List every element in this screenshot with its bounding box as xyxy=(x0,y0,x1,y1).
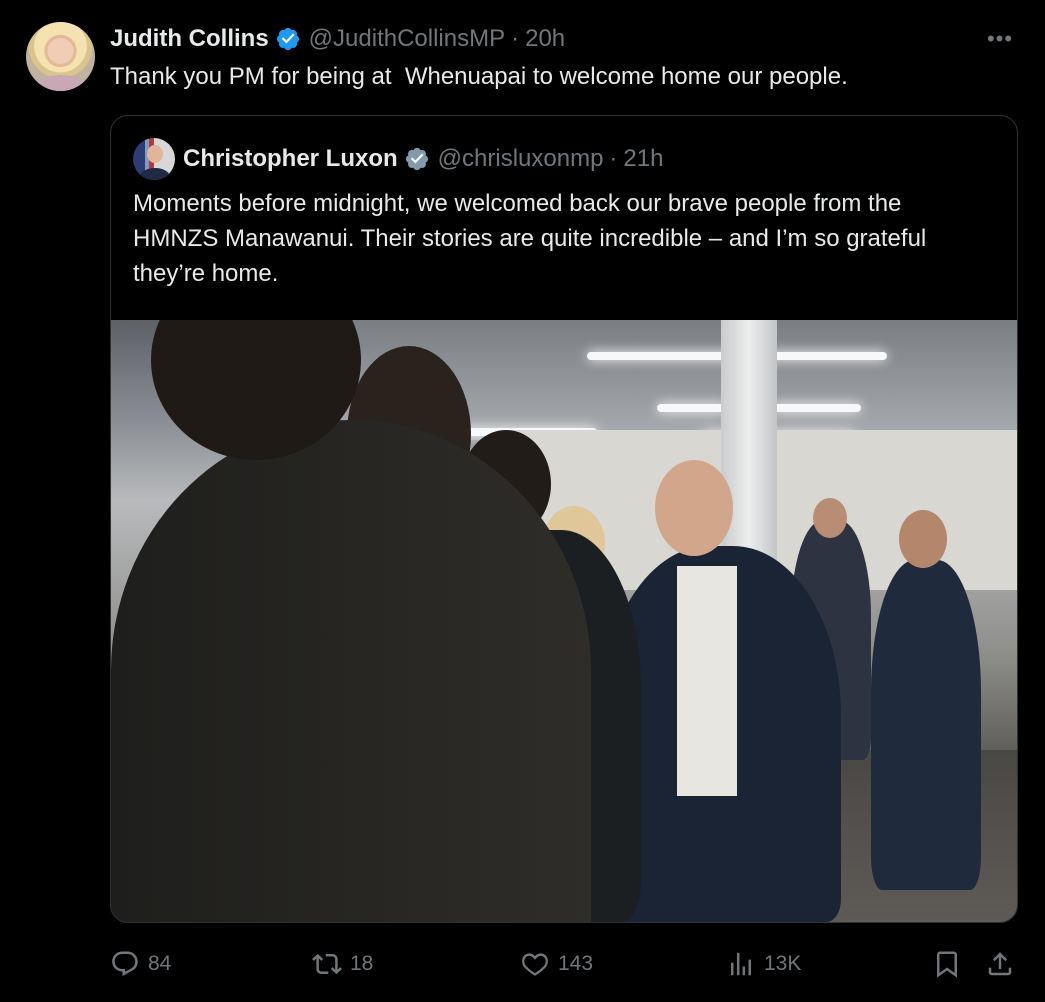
quote-verified-badge-icon[interactable] xyxy=(404,146,430,172)
tweet-header: Judith Collins @JudithCollinsMP · 20h xyxy=(110,24,565,54)
tweet: Judith Collins @JudithCollinsMP · 20h ••… xyxy=(0,0,1045,1002)
reply-count: 84 xyxy=(148,952,172,975)
photo-sailor xyxy=(871,560,981,890)
quote-author-name[interactable]: Christopher Luxon xyxy=(183,145,398,173)
heart-icon xyxy=(522,953,548,976)
like-count: 143 xyxy=(558,952,594,975)
author-avatar[interactable] xyxy=(26,22,95,91)
like-button[interactable]: 143 xyxy=(520,944,593,984)
author-name[interactable]: Judith Collins xyxy=(110,25,269,53)
quote-author-handle[interactable]: @chrisluxonmp xyxy=(438,145,604,173)
bookmark-icon xyxy=(937,951,957,978)
avatar-face xyxy=(147,145,163,163)
photo-blurred-foreground-person xyxy=(111,420,591,922)
photo-ceiling-light xyxy=(773,404,861,412)
quote-text: Moments before midnight, we welcomed bac… xyxy=(133,190,927,287)
photo-person-head xyxy=(813,498,847,538)
quote-time[interactable]: 21h xyxy=(623,145,663,173)
share-button[interactable] xyxy=(985,944,1015,984)
views-button[interactable]: 13K xyxy=(726,944,801,984)
views-icon xyxy=(731,952,751,976)
repost-button[interactable]: 18 xyxy=(312,944,373,984)
share-icon xyxy=(988,952,1012,976)
photo-ceiling-light xyxy=(657,404,727,412)
quoted-tweet[interactable]: Christopher Luxon @chrisluxonmp · 21h Mo… xyxy=(110,115,1018,923)
tweet-time[interactable]: 20h xyxy=(525,25,565,53)
bookmark-button[interactable] xyxy=(932,944,962,984)
more-icon[interactable]: ••• xyxy=(985,26,1015,52)
repost-count: 18 xyxy=(350,952,374,975)
photo-white-shirt xyxy=(677,566,737,796)
quote-header: Christopher Luxon @chrisluxonmp · 21h xyxy=(133,138,663,180)
photo-man-head xyxy=(655,460,733,556)
photo-pillar xyxy=(721,320,777,580)
verified-badge-icon[interactable] xyxy=(275,26,301,52)
reply-button[interactable]: 84 xyxy=(110,944,171,984)
avatar-suit xyxy=(140,168,170,180)
views-count: 13K xyxy=(764,952,802,975)
quote-author-avatar[interactable] xyxy=(133,138,175,180)
reply-icon xyxy=(112,951,138,976)
quote-photo[interactable] xyxy=(111,320,1017,922)
quote-header-separator: · xyxy=(609,145,618,172)
tweet-actions: 84 18 143 13K xyxy=(110,944,1020,984)
avatar-shoulders xyxy=(34,75,87,91)
header-separator: · xyxy=(511,25,520,52)
photo-sailor-head xyxy=(899,510,947,568)
repost-icon xyxy=(312,953,342,975)
tweet-text: Thank you PM for being at Whenuapai to w… xyxy=(110,63,848,90)
author-handle[interactable]: @JudithCollinsMP xyxy=(309,25,505,53)
